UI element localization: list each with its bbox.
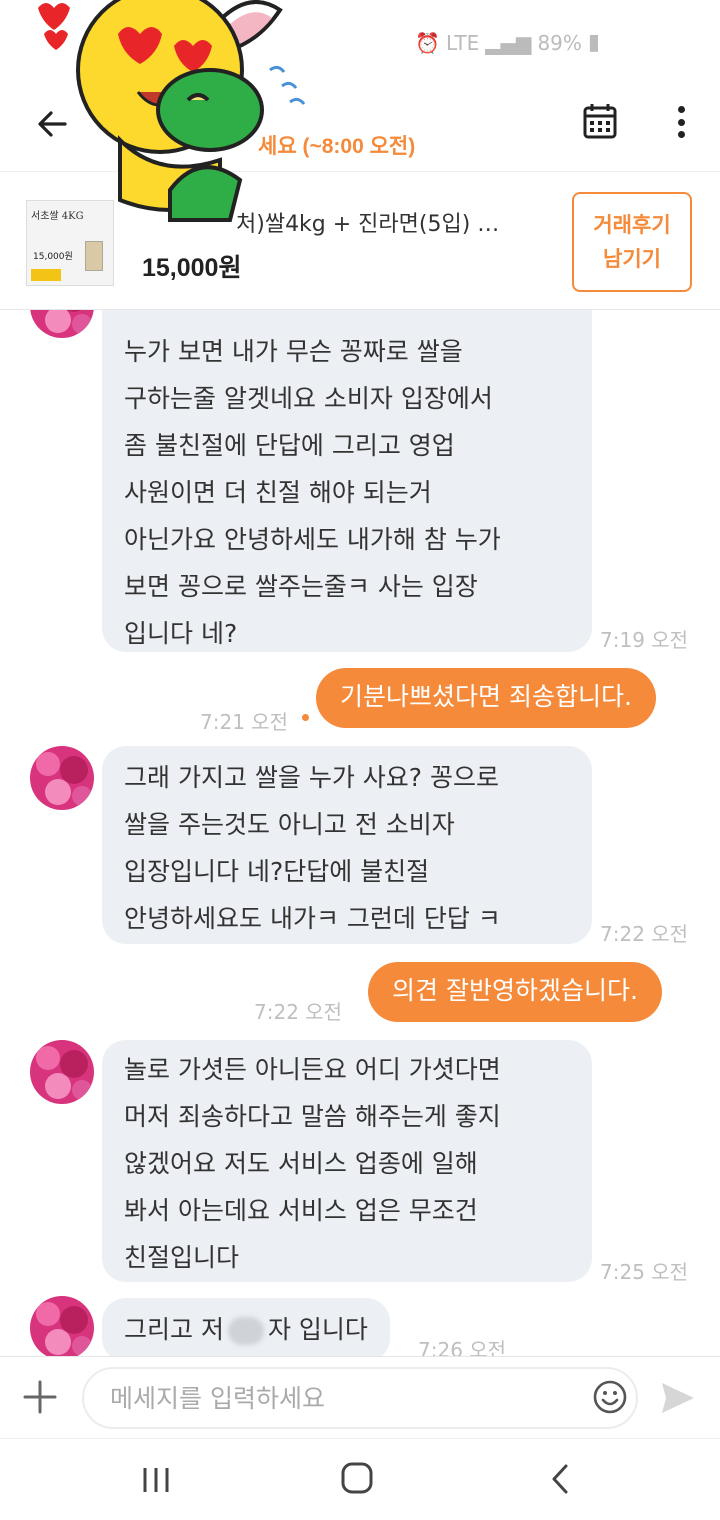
received-message[interactable]: 누가 보면 내가 무슨 꽁짜로 쌀을 구하는줄 알겟네요 소비자 입장에서 좀 …: [102, 310, 592, 652]
message-composer: [0, 1356, 720, 1438]
more-dot: [677, 118, 685, 126]
calendar-icon: [583, 104, 617, 139]
sent-message[interactable]: 기분나쁘셨다면 죄송합니다.: [316, 668, 656, 728]
avatar-image: [30, 1296, 94, 1356]
received-message[interactable]: 그리고 저 자 입니다: [102, 1298, 390, 1356]
character-sticker: [38, 0, 306, 222]
avatar-image: [30, 1040, 94, 1104]
message-line: 보면 꽁으로 쌀주는줄ㅋ 사는 입장: [124, 572, 478, 601]
smiley-icon: [593, 1380, 627, 1414]
chat-messages[interactable]: 누가 보면 내가 무슨 꽁짜로 쌀을 구하는줄 알겟네요 소비자 입장에서 좀 …: [0, 310, 720, 1356]
unread-indicator: [302, 714, 309, 721]
rice-bag-image: [85, 241, 103, 271]
emoji-button[interactable]: [592, 1379, 628, 1415]
message-input[interactable]: [82, 1367, 638, 1429]
write-review-button[interactable]: 거래후기 남기기: [572, 192, 692, 292]
schedule-button[interactable]: [582, 102, 622, 142]
message-line: 입장입니다 네?단답에 불친절: [124, 857, 430, 886]
avatar-image: [30, 310, 94, 338]
recent-apps-icon: [143, 1468, 169, 1492]
battery-icon: ▮: [587, 30, 600, 55]
message-time: 7:19 오전: [600, 628, 689, 652]
send-button[interactable]: [660, 1381, 696, 1415]
message-line: 입니다 네?: [124, 619, 238, 648]
message-time: 7:22 오전: [254, 1000, 343, 1024]
message-time: 7:22 오전: [600, 922, 689, 946]
alarm-icon: ⏰: [415, 30, 441, 55]
avatar[interactable]: [30, 746, 94, 810]
network-indicator: LTE: [446, 30, 480, 55]
home-button[interactable]: [340, 1461, 374, 1495]
more-dot: [677, 106, 685, 113]
thumbnail-price: 15,000원: [33, 252, 73, 262]
attach-button[interactable]: [22, 1379, 58, 1415]
thumbnail-banner: [31, 269, 61, 281]
message-line: 사원이면 더 친절 해야 되는거: [124, 478, 432, 507]
status-icons: ⏰ LTE ▂▄▆ 89% ▮: [415, 30, 600, 55]
send-icon: [662, 1383, 694, 1413]
message-text: 그리고 저: [124, 1315, 224, 1344]
message-line: 머저 죄송하다고 말씀 해주는게 좋지: [124, 1102, 501, 1131]
sent-message[interactable]: 의견 잘반영하겠습니다.: [368, 962, 662, 1022]
home-icon: [341, 1462, 373, 1494]
battery-level: 89%: [537, 30, 582, 55]
received-message[interactable]: 놀로 가셧든 아니든요 어디 가셧다면 머저 죄송하다고 말씀 해주는게 좋지 …: [102, 1040, 592, 1282]
message-line: 놀로 가셧든 아니든요 어디 가셧다면: [124, 1055, 501, 1084]
message-line: 친절입니다: [124, 1243, 240, 1272]
avatar[interactable]: [30, 1040, 94, 1104]
message-line: 쌀을 주는것도 아니고 전 소비자: [124, 810, 455, 839]
received-message[interactable]: 그래 가지고 쌀을 누가 사요? 꽁으로 쌀을 주는것도 아니고 전 소비자 입…: [102, 746, 592, 944]
avatar[interactable]: [30, 1296, 94, 1356]
more-options-button[interactable]: [666, 102, 696, 142]
message-line: 안녕하세요도 내가ㅋ 그런데 단답 ㅋ: [124, 904, 501, 933]
product-price: 15,000원: [142, 254, 242, 282]
message-line: 그래 가지고 쌀을 누가 사요? 꽁으로: [124, 763, 500, 792]
message-line: 봐서 아는데요 서비스 업은 무조건: [124, 1196, 478, 1225]
plus-icon: [23, 1380, 57, 1414]
message-line: 구하는줄 알겟네요 소비자 입장에서: [124, 384, 493, 413]
chevron-left-icon: [552, 1464, 568, 1494]
recent-apps-button[interactable]: [140, 1466, 172, 1494]
system-navigation: [0, 1438, 720, 1520]
message-line: 아닌가요 안녕하세도 내가해 참 누가: [124, 525, 501, 554]
avatar-image: [30, 746, 94, 810]
message-line: 좀 불친절에 단답에 그리고 영업: [124, 431, 455, 460]
signal-icon: ▂▄▆: [485, 30, 532, 55]
avatar[interactable]: [30, 310, 94, 338]
message-time: 7:21 오전: [200, 710, 289, 734]
more-dot: [677, 131, 685, 138]
message-line: 누가 보면 내가 무슨 꽁짜로 쌀을: [124, 337, 463, 366]
message-line: 않겠어요 저도 서비스 업종에 일해: [124, 1149, 478, 1178]
system-back-button[interactable]: [548, 1463, 572, 1495]
message-time: 7:25 오전: [600, 1260, 689, 1284]
redacted-text: [227, 1317, 264, 1345]
message-text: 자 입니다: [267, 1315, 368, 1344]
message-time: 7:26 오전: [418, 1338, 507, 1356]
